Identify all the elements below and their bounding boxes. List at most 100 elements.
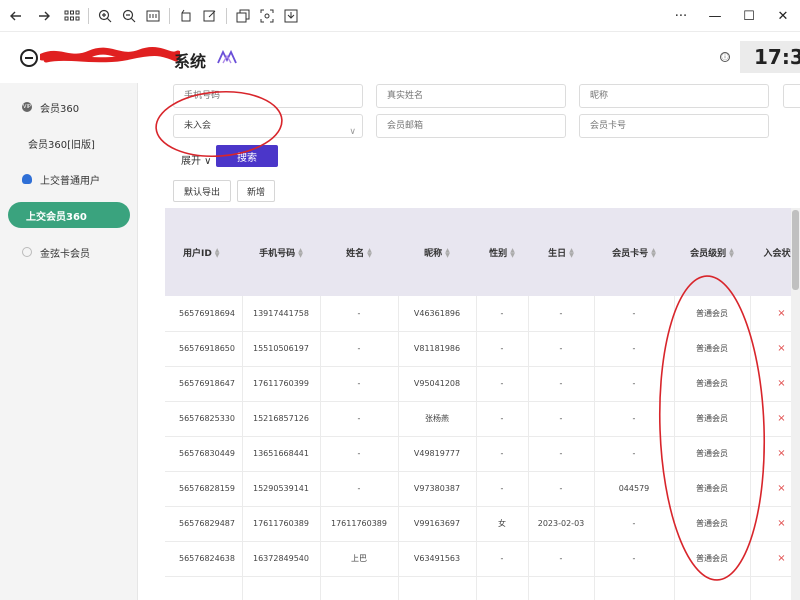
expand-filters-link[interactable]: 展开 ∨ — [181, 152, 212, 167]
export-button[interactable]: 默认导出 — [173, 180, 231, 202]
search-button[interactable]: 搜索 — [216, 145, 278, 167]
table-row[interactable]: 56576830449 13651668441- V49819777- - - 普通会员 × — [165, 436, 800, 472]
cell-gender: - — [476, 296, 529, 332]
zoom-out-icon[interactable] — [117, 4, 141, 28]
cell-phone: 13651668441 — [242, 436, 321, 472]
logout-icon[interactable] — [20, 49, 38, 67]
rotate-icon[interactable] — [174, 4, 198, 28]
add-button[interactable]: 新增 — [237, 180, 275, 202]
cell-phone — [242, 576, 321, 600]
sort-icon[interactable]: ▲ ▼ — [510, 248, 515, 259]
column-header-birthday[interactable]: 生日 ▲ ▼ — [528, 208, 594, 296]
sort-icon[interactable]: ▲ ▼ — [445, 248, 450, 259]
minimize-icon[interactable]: — — [698, 0, 732, 32]
app-header: 系统 — [0, 33, 800, 83]
sort-icon[interactable]: ▲ ▼ — [298, 248, 303, 259]
redaction-scribble — [40, 46, 180, 63]
sidebar-item-label: 上交普通用户 — [40, 175, 100, 187]
cell-user-id — [165, 576, 243, 600]
more-icon[interactable]: ··· — [664, 0, 698, 32]
cell-gender: - — [476, 436, 529, 472]
cell-nickname — [398, 576, 477, 600]
cell-name: - — [320, 471, 399, 507]
cell-birthday: - — [528, 331, 595, 367]
cell-gender — [476, 576, 529, 600]
cell-card-number: - — [594, 436, 675, 472]
cell-birthday: 2023-02-03 — [528, 506, 595, 542]
phone-input[interactable] — [173, 84, 363, 108]
column-header-card-number[interactable]: 会员卡号 ▲ ▼ — [594, 208, 674, 296]
sort-icon[interactable]: ▲ ▼ — [729, 248, 734, 259]
cell-name — [320, 576, 399, 600]
copy-icon[interactable] — [231, 4, 255, 28]
capture-icon[interactable] — [255, 4, 279, 28]
table-row[interactable]: 56576825330 15216857126- 张杨燕 - - - 普通会员 × — [165, 401, 800, 437]
column-header-name[interactable]: 姓名 ▲ ▼ — [320, 208, 398, 296]
card-icon — [22, 247, 32, 257]
email-input[interactable] — [376, 114, 566, 138]
reader-mode-icon[interactable] — [141, 4, 165, 28]
column-header-phone[interactable]: 手机号码 ▲ ▼ — [242, 208, 320, 296]
sidebar-item-label: 会员360[旧版] — [28, 139, 95, 151]
cell-phone: 13917441758 — [242, 296, 321, 332]
sort-icon[interactable]: ▲ ▼ — [569, 248, 574, 259]
cell-user-id: 56576825330 — [165, 401, 243, 437]
forward-arrow-icon[interactable] — [32, 4, 56, 28]
cell-nickname: V99163697 — [398, 506, 477, 542]
table-header-row: 用户ID ▲ ▼ 手机号码 ▲ ▼ 姓名 ▲ ▼ 昵称 ▲ ▼ 性别 ▲ ▼ 生日 ▲ ▼ 会员卡号 ▲ ▼… — [165, 208, 800, 296]
filter-input-overflow[interactable] — [783, 84, 800, 108]
cell-birthday: - — [528, 541, 595, 577]
column-header-user-id[interactable]: 用户ID ▲ ▼ — [165, 208, 242, 296]
scrollbar-thumb[interactable] — [792, 210, 799, 290]
close-icon[interactable]: ✕ — [766, 0, 800, 32]
realname-input[interactable] — [376, 84, 566, 108]
cell-member-level: 普通会员 — [674, 331, 751, 367]
sidebar-item-member360-legacy[interactable]: 会员360[旧版] — [0, 128, 138, 158]
cell-nickname: 张杨燕 — [398, 401, 477, 437]
table-row[interactable]: 56576918694 13917441758- V46361896- - - 普通会员 × — [165, 296, 800, 332]
cell-member-level — [674, 576, 751, 600]
cell-user-id: 56576918647 — [165, 366, 243, 402]
table-row[interactable]: 56576918650 15510506197- V81181986- - - 普通会员 × — [165, 331, 800, 367]
table-row[interactable] — [165, 576, 800, 600]
table-row[interactable]: 56576918647 17611760399- V95041208- - - 普通会员 × — [165, 366, 800, 402]
cell-card-number: - — [594, 401, 675, 437]
cell-phone: 17611760389 — [242, 506, 321, 542]
sort-icon[interactable]: ▲ ▼ — [651, 248, 656, 259]
back-arrow-icon[interactable] — [4, 4, 28, 28]
download-icon[interactable] — [279, 4, 303, 28]
column-header-nickname[interactable]: 昵称 ▲ ▼ — [398, 208, 476, 296]
table-row[interactable]: 56576824638 16372849540 上巴 V63491563- - - 普通会员… — [165, 541, 800, 577]
sidebar-item-regular-users[interactable]: 上交普通用户 — [0, 164, 138, 194]
sidebar: VIP 会员360 会员360[旧版] 上交普通用户 上交会员360 金弦卡会员 — [0, 83, 138, 600]
user-icon — [22, 174, 32, 184]
cell-phone: 15290539141 — [242, 471, 321, 507]
cell-phone: 17611760399 — [242, 366, 321, 402]
zoom-in-icon[interactable] — [93, 4, 117, 28]
cell-card-number — [594, 576, 675, 600]
cell-gender: - — [476, 366, 529, 402]
cell-member-level: 普通会员 — [674, 506, 751, 542]
sidebar-item-sjtu-member360[interactable]: 上交会员360 — [8, 202, 130, 228]
edit-icon[interactable] — [198, 4, 222, 28]
table-row[interactable]: 56576829487 17611760389 17611760389 V991636… — [165, 506, 800, 542]
column-header-gender[interactable]: 性别 ▲ ▼ — [476, 208, 528, 296]
column-header-member-level[interactable]: 会员级别 ▲ ▼ — [674, 208, 750, 296]
cell-card-number: - — [594, 296, 675, 332]
cell-nickname: V97380387 — [398, 471, 477, 507]
maximize-icon[interactable]: ☐ — [732, 0, 766, 32]
sidebar-item-gold-card-members[interactable]: 金弦卡会员 — [0, 237, 138, 267]
join-status-select[interactable]: 未入会 ∨ — [173, 114, 363, 138]
cell-name: 上巴 — [320, 541, 399, 577]
cell-phone: 15216857126 — [242, 401, 321, 437]
card-number-input[interactable] — [579, 114, 769, 138]
table-row[interactable]: 56576828159 15290539141- V97380387- -044579… — [165, 471, 800, 507]
sort-icon[interactable]: ▲ ▼ — [367, 248, 372, 259]
sort-icon[interactable]: ▲ ▼ — [215, 248, 220, 259]
sidebar-item-member360[interactable]: VIP 会员360 — [0, 92, 138, 122]
grid-view-icon[interactable] — [60, 4, 84, 28]
nickname-input[interactable] — [579, 84, 769, 108]
info-icon[interactable]: ⓘ — [720, 52, 730, 62]
cell-user-id: 56576918650 — [165, 331, 243, 367]
cell-name: - — [320, 366, 399, 402]
